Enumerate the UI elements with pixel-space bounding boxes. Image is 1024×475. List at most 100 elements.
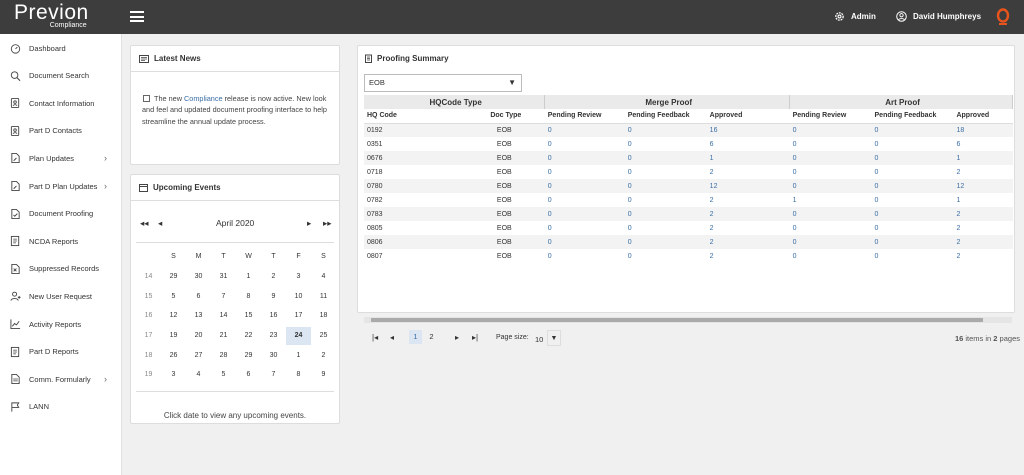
column-header[interactable]: Pending Review <box>544 109 625 124</box>
sidebar-item-activity-reports[interactable]: Activity Reports <box>0 314 122 334</box>
calendar-day[interactable]: 4 <box>311 273 336 280</box>
count-cell[interactable]: 2 <box>953 249 1012 263</box>
news-text-highlight[interactable]: Compliance <box>184 94 223 103</box>
table-row[interactable]: 0351 EOB 0 0 6 0 0 6 <box>364 137 1013 151</box>
count-cell[interactable]: 0 <box>625 137 707 151</box>
count-cell[interactable]: 2 <box>953 221 1012 235</box>
count-cell[interactable]: 0 <box>872 179 954 193</box>
last-page-icon[interactable]: ▸| <box>472 333 478 342</box>
calendar-day[interactable]: 22 <box>236 332 261 339</box>
sidebar-item-contact-information[interactable]: Contact Information <box>0 93 122 113</box>
calendar-day[interactable]: 2 <box>311 352 336 359</box>
calendar-day[interactable]: 5 <box>211 371 236 378</box>
column-header[interactable]: Approved <box>953 109 1013 124</box>
count-cell[interactable]: 2 <box>707 249 790 263</box>
count-cell[interactable]: 0 <box>625 193 707 207</box>
count-cell[interactable]: 0 <box>545 221 625 235</box>
scrollbar-thumb[interactable] <box>371 318 983 322</box>
count-cell[interactable]: 12 <box>953 179 1012 193</box>
count-cell[interactable]: 2 <box>953 207 1012 221</box>
calendar-day[interactable]: 28 <box>211 352 236 359</box>
calendar-day[interactable]: 10 <box>286 293 311 300</box>
calendar-day[interactable]: 13 <box>186 312 211 319</box>
count-cell[interactable]: 16 <box>707 123 790 137</box>
calendar-day[interactable]: 6 <box>236 371 261 378</box>
page-size-value[interactable]: 10 <box>535 335 543 344</box>
count-cell[interactable]: 0 <box>872 123 954 137</box>
table-row[interactable]: 0807 EOB 0 0 2 0 0 2 <box>364 249 1013 263</box>
column-header[interactable]: Approved <box>706 109 790 124</box>
calendar-day[interactable]: 5 <box>161 293 186 300</box>
next-page-icon[interactable]: ▸ <box>455 333 459 342</box>
count-cell[interactable]: 0 <box>872 151 954 165</box>
menu-toggle-icon[interactable] <box>130 11 144 22</box>
count-cell[interactable]: 0 <box>625 207 707 221</box>
count-cell[interactable]: 1 <box>953 151 1012 165</box>
count-cell[interactable]: 1 <box>953 193 1012 207</box>
sidebar-item-plan-updates[interactable]: Plan Updates › <box>0 148 122 168</box>
count-cell[interactable]: 0 <box>872 235 954 249</box>
doc-type-select[interactable]: EOB ▼ <box>364 74 522 92</box>
calendar-day[interactable]: 9 <box>311 371 336 378</box>
page-size-dropdown-icon[interactable]: ▼ <box>547 330 561 346</box>
calendar-day[interactable]: 2 <box>261 273 286 280</box>
calendar-day[interactable]: 15 <box>236 312 261 319</box>
calendar-day[interactable]: 19 <box>161 332 186 339</box>
column-header[interactable]: Doc Type <box>463 109 545 124</box>
sidebar-item-dashboard[interactable]: Dashboard <box>0 38 122 58</box>
calendar-day[interactable]: 17 <box>286 312 311 319</box>
count-cell[interactable]: 2 <box>707 235 790 249</box>
table-row[interactable]: 0780 EOB 0 0 12 0 0 12 <box>364 179 1013 193</box>
count-cell[interactable]: 0 <box>872 207 954 221</box>
table-row[interactable]: 0782 EOB 0 0 2 1 0 1 <box>364 193 1013 207</box>
sidebar-item-lann[interactable]: LANN <box>0 397 122 417</box>
sidebar-item-document-proofing[interactable]: Document Proofing <box>0 204 122 224</box>
count-cell[interactable]: 0 <box>625 249 707 263</box>
count-cell[interactable]: 0 <box>872 137 954 151</box>
count-cell[interactable]: 0 <box>790 123 872 137</box>
count-cell[interactable]: 0 <box>872 249 954 263</box>
table-row[interactable]: 0718 EOB 0 0 2 0 0 2 <box>364 165 1013 179</box>
count-cell[interactable]: 2 <box>707 165 790 179</box>
count-cell[interactable]: 0 <box>625 151 707 165</box>
calendar-day[interactable]: 4 <box>186 371 211 378</box>
count-cell[interactable]: 1 <box>790 193 872 207</box>
admin-menu[interactable]: Admin <box>834 11 876 22</box>
sidebar-item-suppressed-records[interactable]: Suppressed Records <box>0 259 122 279</box>
count-cell[interactable]: 0 <box>545 123 625 137</box>
count-cell[interactable]: 0 <box>625 165 707 179</box>
count-cell[interactable]: 0 <box>790 151 872 165</box>
table-row[interactable]: 0192 EOB 0 0 16 0 0 18 <box>364 123 1013 137</box>
calendar-day[interactable]: 7 <box>261 371 286 378</box>
sidebar-item-part-d-reports[interactable]: Part D Reports <box>0 342 122 362</box>
calendar-day[interactable]: 30 <box>261 352 286 359</box>
prev-year-icon[interactable]: ◂◂ <box>140 218 149 229</box>
calendar-day[interactable]: 30 <box>186 273 211 280</box>
page-1-button[interactable]: 1 <box>409 330 422 344</box>
count-cell[interactable]: 0 <box>790 221 872 235</box>
app-logo[interactable]: Previon Compliance <box>14 2 89 29</box>
count-cell[interactable]: 0 <box>545 137 625 151</box>
count-cell[interactable]: 0 <box>545 193 625 207</box>
user-menu[interactable]: David Humphreys <box>896 11 981 22</box>
next-year-icon[interactable]: ▸▸ <box>323 218 332 229</box>
calendar-day[interactable]: 8 <box>286 371 311 378</box>
count-cell[interactable]: 0 <box>625 235 707 249</box>
prev-month-icon[interactable]: ◂ <box>158 218 162 229</box>
count-cell[interactable]: 0 <box>545 165 625 179</box>
calendar-day[interactable]: 3 <box>161 371 186 378</box>
page-2-button[interactable]: 2 <box>425 330 438 344</box>
calendar-day[interactable]: 7 <box>211 293 236 300</box>
column-header[interactable]: Pending Feedback <box>871 109 954 124</box>
calendar-day[interactable]: 8 <box>236 293 261 300</box>
count-cell[interactable]: 0 <box>872 165 954 179</box>
count-cell[interactable]: 0 <box>545 207 625 221</box>
calendar-day[interactable]: 6 <box>186 293 211 300</box>
count-cell[interactable]: 0 <box>790 137 872 151</box>
sidebar-item-ncda-reports[interactable]: NCDA Reports <box>0 231 122 251</box>
calendar-day[interactable]: 9 <box>261 293 286 300</box>
count-cell[interactable]: 0 <box>625 221 707 235</box>
count-cell[interactable]: 0 <box>872 193 954 207</box>
calendar-day[interactable]: 14 <box>211 312 236 319</box>
count-cell[interactable]: 0 <box>790 235 872 249</box>
